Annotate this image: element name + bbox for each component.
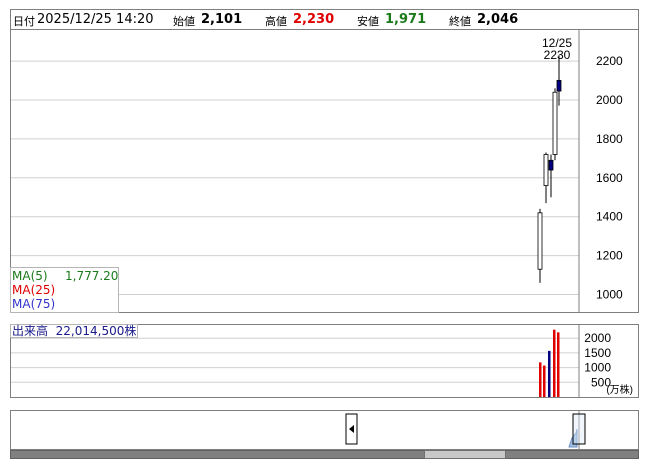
price-tick-label: 1000 [596,287,623,301]
volume-bar [543,365,546,397]
ohlc-info-bar: 日付 2025/12/25 14:20 始値 2,101 高値 2,230 安値… [10,9,639,30]
navigator-svg [345,411,586,449]
open-label: 始値 [173,15,195,28]
candle-body [548,159,554,171]
volume-legend: 出来高 22,014,500株 [10,324,138,338]
price-tick-label: 2000 [596,93,623,107]
date-value: 2025/12/25 14:20 [37,12,154,27]
candlestick [543,152,549,204]
volume-tick-label: 1000 [584,361,611,375]
candle-body [537,212,543,270]
volume-bar [553,329,556,397]
low-value: 1,971 [385,12,427,27]
volume-tick-label: 2000 [584,331,611,345]
candlestick [537,208,543,283]
ma25-label: MA(25) [12,283,56,297]
navigator-left-handle[interactable] [345,413,358,445]
scrollbar-thumb[interactable] [424,450,506,459]
ma-legend: MA(5) 1,777.20 MA(25) MA(75) [10,267,119,313]
last-price-annotation: 2230 [544,48,571,62]
price-tick-label: 1200 [596,249,623,263]
navigator-right-handle[interactable] [572,413,586,445]
price-tick-label: 1600 [596,171,623,185]
candlestick [556,55,562,106]
date-label: 日付 [13,15,35,28]
high-value: 2,230 [293,12,335,27]
candle-body [543,154,549,186]
volume-bar [539,362,542,397]
volume-unit: (万株) [606,383,633,396]
open-value: 2,101 [201,12,243,27]
low-label: 安値 [357,15,379,28]
range-navigator[interactable] [10,410,639,450]
ma5-label: MA(5) [12,269,48,283]
price-tick-label: 1800 [596,132,623,146]
volume-value: 22,014,500株 [55,324,137,338]
close-value: 2,046 [477,12,519,27]
high-label: 高値 [265,15,287,28]
scrollbar-track[interactable] [10,450,639,459]
ma5-value: 1,777.20 [65,269,119,283]
volume-bar [548,350,551,397]
ma75-label: MA(75) [12,297,56,311]
candle-body [556,79,562,92]
volume-bar [557,332,560,397]
volume-label: 出来高 [12,324,49,338]
candlestick [552,88,558,161]
close-label: 終値 [449,15,471,28]
candle-body [552,91,558,155]
price-tick-label: 1400 [596,210,623,224]
volume-tick-label: 1500 [584,346,611,360]
price-tick-label: 2200 [596,54,623,68]
candlestick [548,154,554,198]
